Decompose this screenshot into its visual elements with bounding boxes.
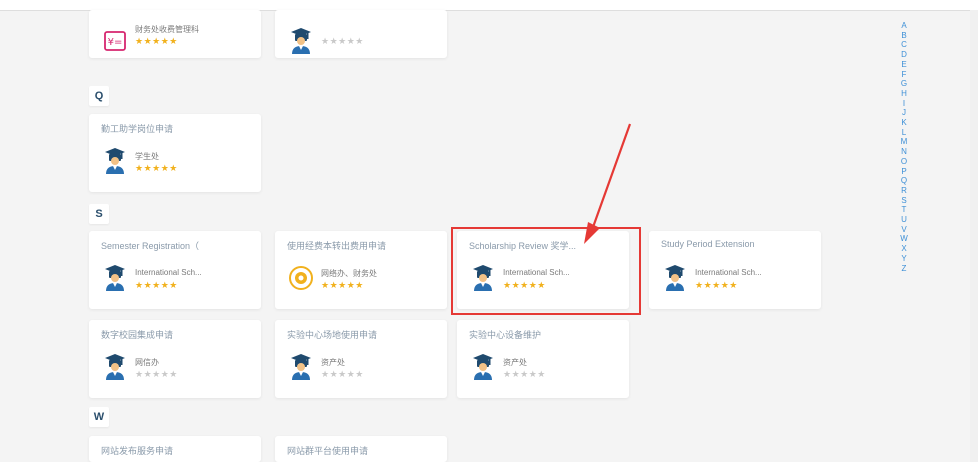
- alphabet-letter-c[interactable]: C: [901, 40, 907, 50]
- service-title: 网站群平台使用申请: [287, 446, 369, 456]
- service-card-digital-campus[interactable]: 数字校园集成申请 网信办 ★★★★★: [89, 320, 261, 398]
- alphabet-index: ABCDEFGHIJKLMNOPQRSTUVWXYZ: [897, 21, 911, 273]
- service-catalog: ¥= 财务处收费管理科 ★★★★★ ★★★★★ Q 勤工助学岗位申请 学生处 ★…: [0, 0, 978, 462]
- graduate-icon: [105, 354, 125, 380]
- rating-stars: ★★★★★: [135, 280, 178, 290]
- alphabet-letter-q[interactable]: Q: [901, 176, 907, 186]
- service-title: 网站发布服务申请: [101, 446, 174, 456]
- rating-stars: ★★★★★: [135, 36, 178, 46]
- service-title: Semester Registration（: [101, 241, 200, 251]
- graduate-icon: [473, 354, 493, 380]
- service-card-study-period-extension[interactable]: Study Period Extension International Sch…: [649, 231, 821, 309]
- service-title: 实验中心设备维护: [469, 330, 542, 340]
- section-letter-w: W: [89, 407, 109, 427]
- alphabet-letter-i[interactable]: I: [903, 99, 905, 109]
- service-card-website-platform[interactable]: 网站群平台使用申请: [275, 436, 447, 462]
- service-title: 使用经费本转出费用申请: [287, 241, 387, 251]
- alphabet-letter-f[interactable]: F: [902, 70, 907, 80]
- service-card-work-study[interactable]: 勤工助学岗位申请 学生处 ★★★★★: [89, 114, 261, 192]
- alphabet-letter-j[interactable]: J: [902, 108, 906, 118]
- alphabet-letter-z[interactable]: Z: [902, 264, 907, 274]
- alphabet-letter-b[interactable]: B: [901, 31, 906, 41]
- graduate-icon: [473, 265, 493, 291]
- graduate-icon: [291, 354, 311, 380]
- alphabet-letter-d[interactable]: D: [901, 50, 907, 60]
- annotation-arrow-icon: [584, 123, 632, 244]
- alphabet-letter-g[interactable]: G: [901, 79, 907, 89]
- section-letter-s: S: [89, 204, 109, 224]
- finance-icon: ¥=: [104, 31, 126, 51]
- service-org: International Sch...: [503, 268, 570, 277]
- service-card-top-2[interactable]: ★★★★★: [275, 10, 447, 58]
- service-card-website-publish[interactable]: 网站发布服务申请: [89, 436, 261, 462]
- rating-stars: ★★★★★: [135, 163, 178, 173]
- service-card-funds-transfer[interactable]: 使用经费本转出费用申请 网络办、财务处 ★★★★★: [275, 231, 447, 309]
- alphabet-letter-w[interactable]: W: [900, 234, 908, 244]
- service-org: 财务处收费管理科: [135, 25, 199, 34]
- service-org: 学生处: [135, 152, 159, 161]
- alphabet-letter-p[interactable]: P: [901, 167, 906, 177]
- alphabet-letter-v[interactable]: V: [901, 225, 906, 235]
- alphabet-letter-o[interactable]: O: [901, 157, 907, 167]
- service-card-lab-venue[interactable]: 实验中心场地使用申请 资产处 ★★★★★: [275, 320, 447, 398]
- alphabet-letter-k[interactable]: K: [901, 118, 906, 128]
- alphabet-letter-n[interactable]: N: [901, 147, 907, 157]
- svg-text:¥=: ¥=: [108, 37, 123, 48]
- alphabet-letter-s[interactable]: S: [901, 196, 906, 206]
- rating-stars: ★★★★★: [503, 369, 546, 379]
- rating-stars: ★★★★★: [321, 369, 364, 379]
- alphabet-letter-r[interactable]: R: [901, 186, 907, 196]
- service-card-semester-registration[interactable]: Semester Registration（ International Sch…: [89, 231, 261, 309]
- service-title: 数字校园集成申请: [101, 330, 174, 340]
- rating-stars: ★★★★★: [503, 280, 546, 290]
- graduate-icon: [105, 148, 125, 174]
- service-title: 勤工助学岗位申请: [101, 124, 174, 134]
- service-title: 实验中心场地使用申请: [287, 330, 378, 340]
- coin-icon: [289, 266, 313, 290]
- alphabet-letter-a[interactable]: A: [901, 21, 906, 31]
- service-org: 资产处: [321, 358, 345, 367]
- alphabet-letter-y[interactable]: Y: [901, 254, 906, 264]
- service-card-lab-equipment[interactable]: 实验中心设备维护 资产处 ★★★★★: [457, 320, 629, 398]
- rating-stars: ★★★★★: [135, 369, 178, 379]
- scrollbar-track[interactable]: [970, 10, 978, 462]
- service-card-finance-fee[interactable]: ¥= 财务处收费管理科 ★★★★★: [89, 10, 261, 58]
- service-org: 资产处: [503, 358, 527, 367]
- alphabet-letter-e[interactable]: E: [901, 60, 906, 70]
- alphabet-letter-t[interactable]: T: [902, 205, 907, 215]
- alphabet-letter-m[interactable]: M: [901, 137, 908, 147]
- alphabet-letter-h[interactable]: H: [901, 89, 907, 99]
- graduate-icon: [665, 265, 685, 291]
- service-org: 网络办、财务处: [321, 269, 377, 278]
- section-letter-q: Q: [89, 86, 109, 106]
- service-org: International Sch...: [695, 268, 762, 277]
- service-org: International Sch...: [135, 268, 202, 277]
- rating-stars: ★★★★★: [321, 36, 364, 46]
- service-org: 网信办: [135, 358, 159, 367]
- graduate-icon: [291, 28, 311, 54]
- service-title: Study Period Extension: [661, 239, 755, 249]
- rating-stars: ★★★★★: [321, 280, 364, 290]
- alphabet-letter-u[interactable]: U: [901, 215, 907, 225]
- graduate-icon: [105, 265, 125, 291]
- rating-stars: ★★★★★: [695, 280, 738, 290]
- alphabet-letter-l[interactable]: L: [902, 128, 906, 138]
- alphabet-letter-x[interactable]: X: [901, 244, 906, 254]
